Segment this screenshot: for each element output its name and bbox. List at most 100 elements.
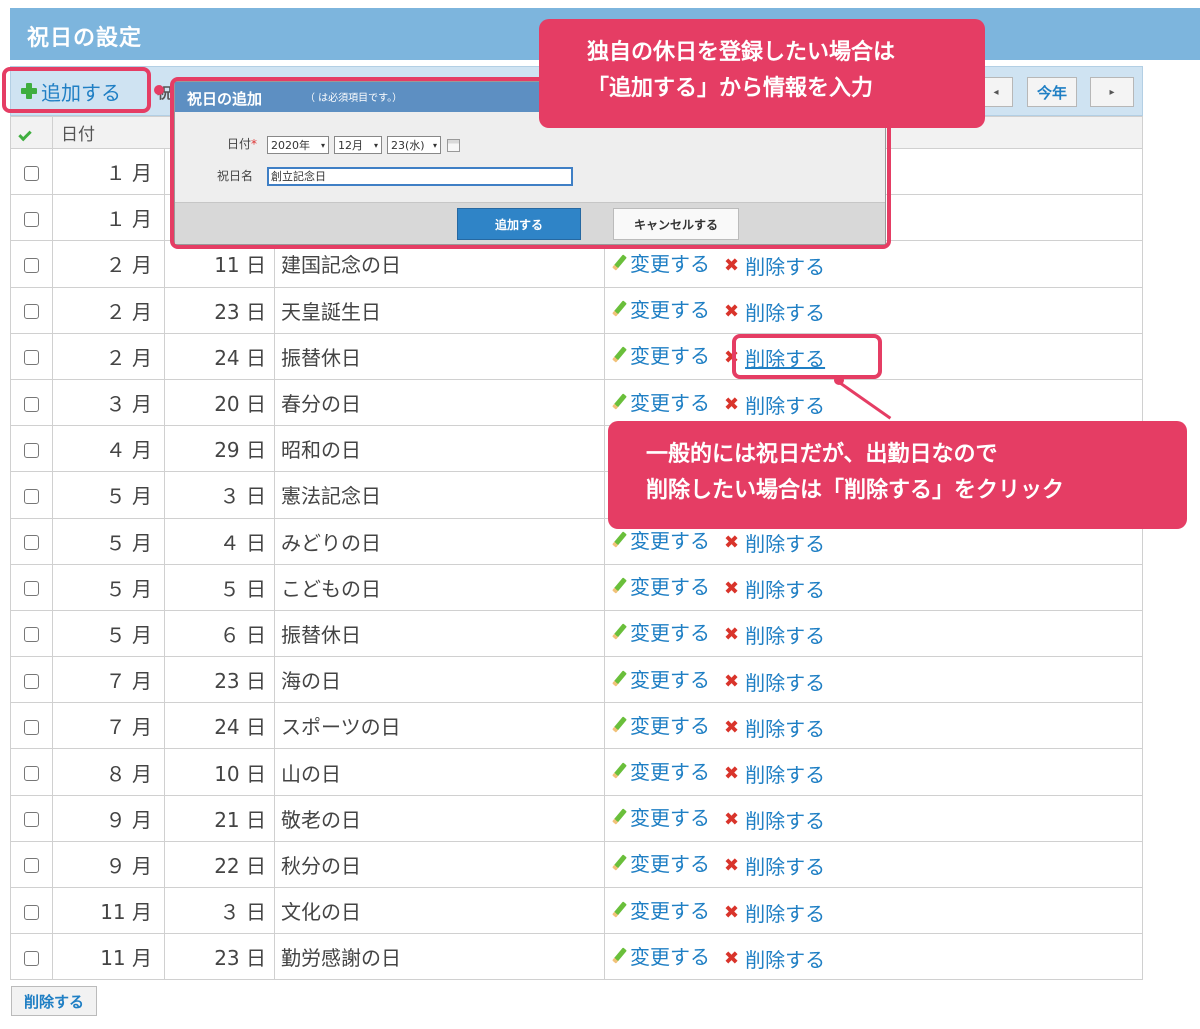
holiday-name-cell: 文化の日 bbox=[274, 886, 605, 935]
row-checkbox[interactable] bbox=[24, 211, 39, 227]
edit-link[interactable]: 変更する bbox=[611, 387, 710, 416]
row-checkbox[interactable] bbox=[24, 904, 39, 920]
delete-callout-line2: 削除したい場合は「削除する」をクリック bbox=[646, 478, 1065, 504]
delete-link[interactable]: ✖削除する bbox=[724, 759, 825, 788]
edit-link[interactable]: 変更する bbox=[611, 617, 710, 646]
delete-link[interactable]: ✖削除する bbox=[724, 390, 825, 419]
month-cell: ５ 月 bbox=[52, 609, 165, 658]
delete-link[interactable]: ✖削除する bbox=[724, 574, 825, 603]
delete-x-icon: ✖ bbox=[724, 254, 740, 276]
edit-link[interactable]: 変更する bbox=[611, 248, 710, 277]
holiday-name-cell: 振替休日 bbox=[274, 609, 605, 658]
delete-link[interactable]: ✖削除する bbox=[724, 851, 825, 880]
delete-link[interactable]: ✖削除する bbox=[724, 667, 825, 696]
row-checkbox-cell bbox=[10, 748, 53, 796]
month-cell: １ 月 bbox=[52, 147, 165, 196]
delete-link[interactable]: ✖削除する bbox=[724, 297, 825, 326]
next-year-button[interactable]: ▸ bbox=[1090, 77, 1134, 107]
actions-cell: 変更する ✖削除する bbox=[604, 748, 1143, 796]
edit-link[interactable]: 変更する bbox=[611, 941, 710, 970]
actions-cell: 変更する ✖削除する bbox=[604, 378, 1143, 427]
actions-cell: 変更する ✖削除する bbox=[604, 840, 1143, 889]
row-checkbox-cell bbox=[10, 286, 53, 334]
holiday-name-cell: 昭和の日 bbox=[274, 425, 605, 473]
delete-link-label: 削除する bbox=[745, 670, 826, 695]
month-cell: ４ 月 bbox=[52, 425, 165, 473]
day-cell: 23 日 bbox=[164, 286, 275, 334]
edit-link-label: 変更する bbox=[630, 852, 710, 877]
select-all-header[interactable] bbox=[10, 116, 53, 149]
row-checkbox-cell bbox=[10, 425, 53, 473]
edit-link[interactable]: 変更する bbox=[611, 664, 710, 693]
row-checkbox-cell bbox=[10, 147, 53, 196]
actions-cell: 変更する ✖削除する bbox=[604, 563, 1143, 611]
delete-link-label: 削除する bbox=[745, 716, 826, 741]
row-checkbox[interactable] bbox=[24, 673, 39, 689]
row-checkbox[interactable] bbox=[24, 350, 39, 366]
delete-link[interactable]: ✖削除する bbox=[724, 805, 825, 834]
row-checkbox[interactable] bbox=[24, 812, 39, 828]
row-checkbox[interactable] bbox=[24, 627, 39, 643]
holiday-name-cell: 憲法記念日 bbox=[274, 471, 605, 519]
edit-link-label: 変更する bbox=[630, 251, 710, 276]
edit-link[interactable]: 変更する bbox=[611, 848, 710, 877]
month-cell: １ 月 bbox=[52, 194, 165, 242]
month-cell: ３ 月 bbox=[52, 378, 165, 427]
day-cell: 22 日 bbox=[164, 840, 275, 889]
day-cell: ３ 日 bbox=[164, 471, 275, 519]
delete-link[interactable]: ✖削除する bbox=[724, 528, 825, 557]
delete-link[interactable]: ✖削除する bbox=[724, 251, 825, 280]
delete-x-icon: ✖ bbox=[724, 532, 740, 554]
delete-callout-line1: 一般的には祝日だが、出勤日なので bbox=[646, 442, 998, 467]
row-checkbox[interactable] bbox=[24, 719, 39, 735]
row-checkbox[interactable] bbox=[24, 304, 39, 320]
edit-link[interactable]: 変更する bbox=[611, 294, 710, 323]
row-checkbox[interactable] bbox=[24, 581, 39, 597]
edit-link[interactable]: 変更する bbox=[611, 756, 710, 785]
delete-link-label: 削除する bbox=[745, 532, 826, 557]
row-checkbox-cell bbox=[10, 840, 53, 889]
delete-link[interactable]: ✖削除する bbox=[724, 944, 825, 973]
table-row: ９ 月 21 日敬老の日 変更する ✖ 削除する bbox=[10, 794, 1143, 842]
month-cell: ９ 月 bbox=[52, 794, 165, 842]
row-checkbox-cell bbox=[10, 378, 53, 427]
bulk-delete-button[interactable]: 削除する bbox=[11, 986, 97, 1016]
pencil-icon bbox=[612, 300, 627, 317]
row-checkbox[interactable] bbox=[24, 858, 39, 874]
delete-link[interactable]: ✖削除する bbox=[724, 713, 825, 742]
row-checkbox-cell bbox=[10, 886, 53, 935]
edit-link[interactable]: 変更する bbox=[611, 802, 710, 831]
leader-dot bbox=[154, 85, 164, 95]
edit-link[interactable]: 変更する bbox=[611, 895, 710, 924]
month-cell: ９ 月 bbox=[52, 840, 165, 889]
row-checkbox-cell bbox=[10, 609, 53, 658]
delete-link-label: 削除する bbox=[745, 901, 826, 926]
edit-link[interactable]: 変更する bbox=[611, 710, 710, 739]
row-checkbox[interactable] bbox=[24, 488, 39, 504]
row-checkbox[interactable] bbox=[24, 396, 39, 412]
day-cell: 10 日 bbox=[164, 748, 275, 796]
delete-x-icon: ✖ bbox=[724, 855, 740, 877]
edit-link[interactable]: 変更する bbox=[611, 340, 710, 369]
row-checkbox[interactable] bbox=[24, 950, 39, 966]
pencil-icon bbox=[612, 947, 627, 964]
row-checkbox[interactable] bbox=[24, 442, 39, 458]
row-checkbox[interactable] bbox=[24, 535, 39, 551]
row-checkbox[interactable] bbox=[24, 766, 39, 782]
delete-x-icon: ✖ bbox=[724, 301, 740, 323]
holiday-name-cell: こどもの日 bbox=[274, 563, 605, 611]
pencil-icon bbox=[612, 254, 627, 271]
row-checkbox[interactable] bbox=[24, 165, 39, 181]
delete-link[interactable]: ✖削除する bbox=[724, 620, 825, 649]
day-cell: 29 日 bbox=[164, 425, 275, 473]
actions-cell: 変更する ✖削除する bbox=[604, 933, 1143, 981]
pencil-icon bbox=[612, 854, 627, 872]
delete-callout: 一般的には祝日だが、出勤日なので 削除したい場合は「削除する」をクリック bbox=[608, 421, 1187, 529]
edit-link[interactable]: 変更する bbox=[611, 571, 710, 600]
delete-link[interactable]: ✖削除する bbox=[724, 898, 825, 927]
row-checkbox[interactable] bbox=[24, 257, 39, 273]
delete-x-icon: ✖ bbox=[724, 901, 740, 923]
edit-link[interactable]: 変更する bbox=[611, 525, 710, 554]
this-year-button[interactable]: 今年 bbox=[1027, 77, 1077, 107]
delete-x-icon: ✖ bbox=[724, 763, 740, 785]
